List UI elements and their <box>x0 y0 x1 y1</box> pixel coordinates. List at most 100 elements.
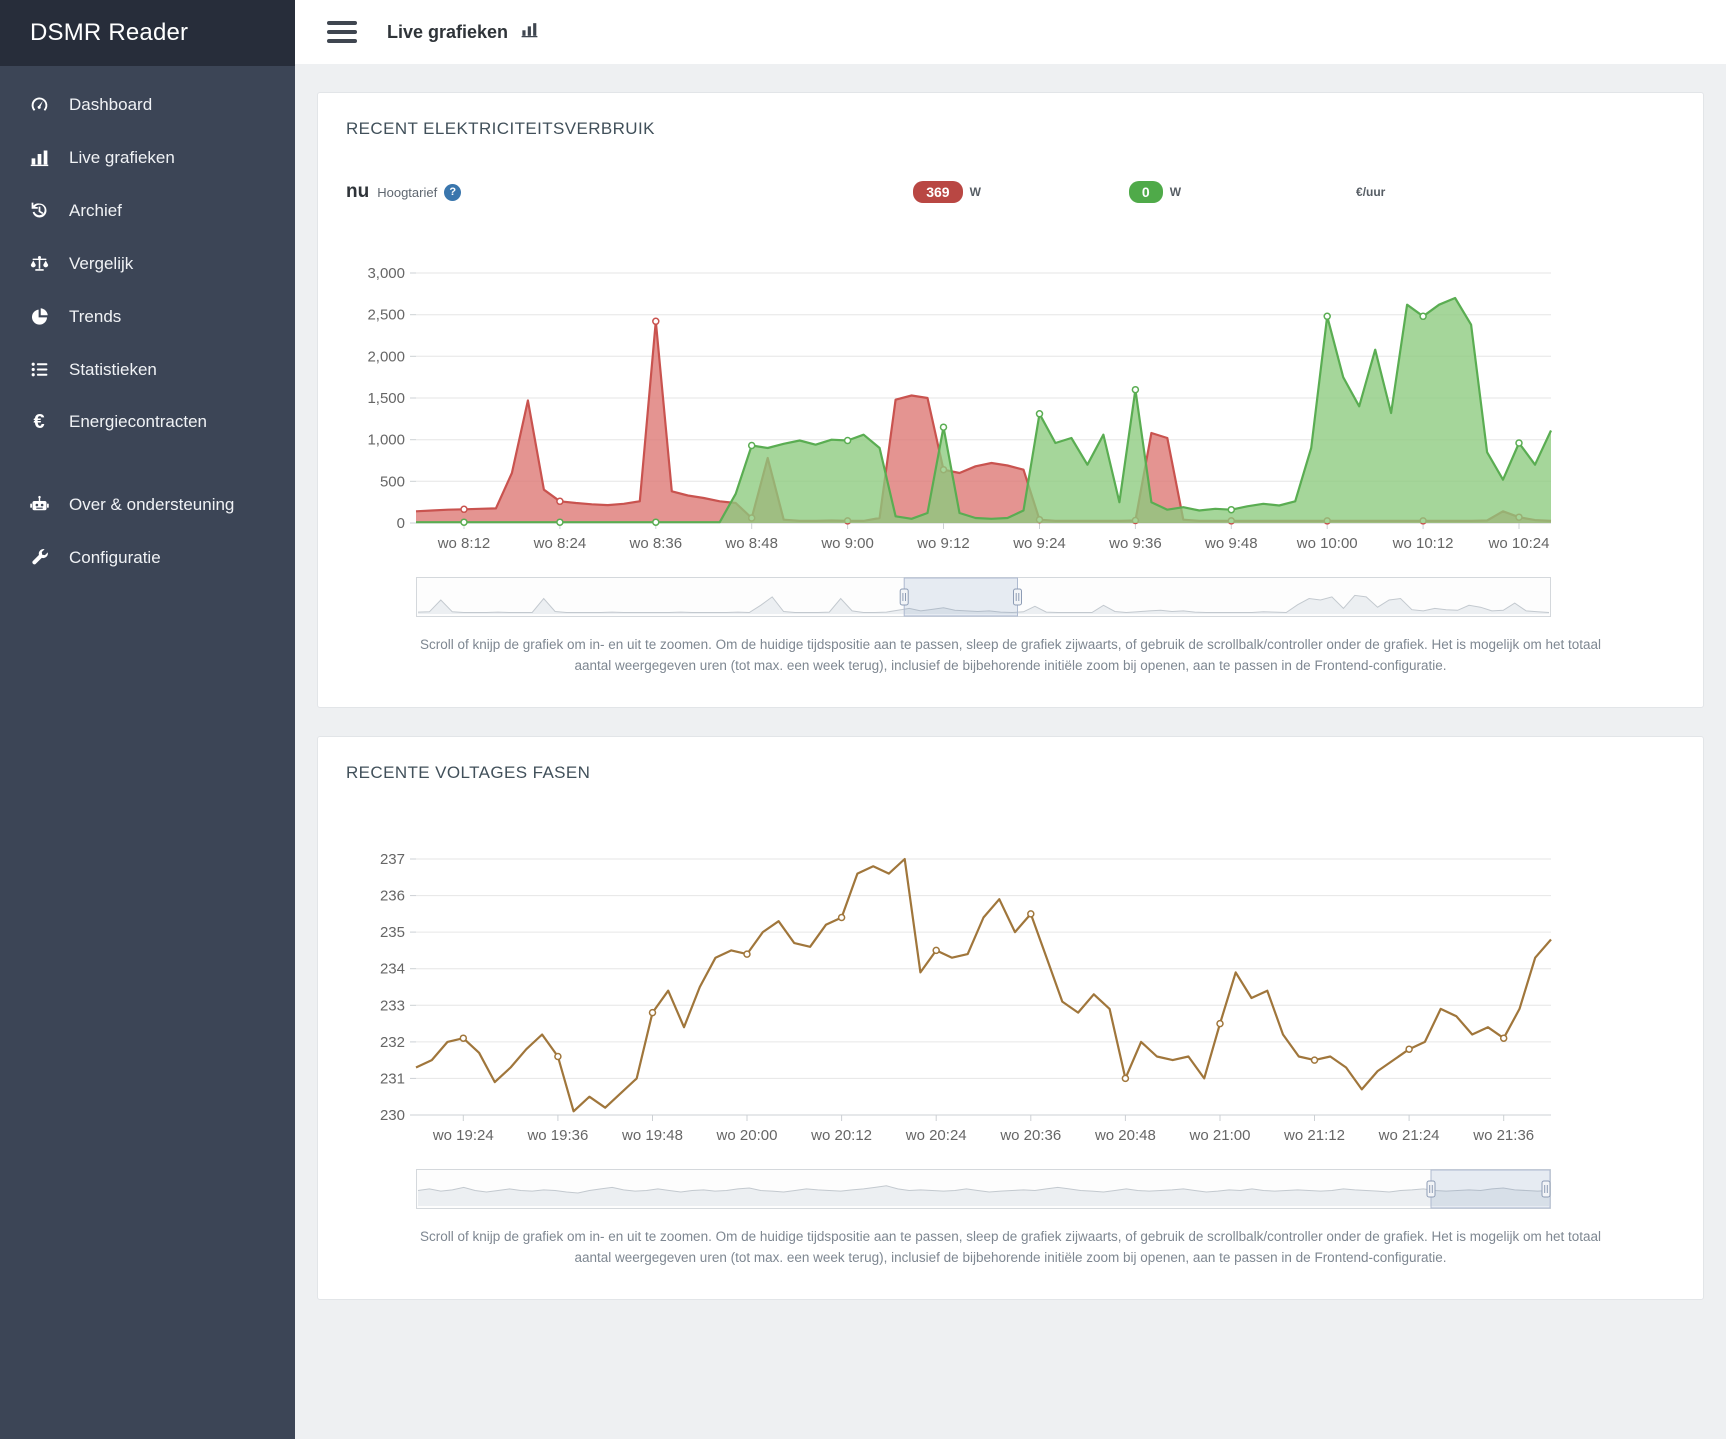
gauge-icon <box>26 94 52 115</box>
bar-chart-icon <box>520 20 539 44</box>
page-title-text: Live grafieken <box>387 22 508 43</box>
help-icon[interactable]: ? <box>444 184 461 201</box>
usage-unit: W <box>970 185 981 199</box>
return-unit: W <box>1170 185 1181 199</box>
tariff-label: Hoogtarief <box>377 185 437 200</box>
sidebar-item-label: Statistieken <box>69 360 157 380</box>
svg-text:1,000: 1,000 <box>367 432 405 449</box>
electricity-chart-area: 0 500 1,000 1,500 2,000 2,500 3,000 wo 8:12 wo 8… <box>346 261 1675 617</box>
voltage-chart[interactable]: 230 231 232 233 234 235 236 237 wo 19:24 wo 19:36… <box>346 847 1561 1149</box>
svg-text:wo 21:24: wo 21:24 <box>1378 1127 1440 1144</box>
svg-text:500: 500 <box>380 473 405 490</box>
return-badge: 0 <box>1129 181 1163 203</box>
svg-text:wo 9:00: wo 9:00 <box>820 535 874 552</box>
sidebar-item-over-ondersteuning[interactable]: Over & ondersteuning <box>0 478 295 531</box>
svg-text:wo 9:12: wo 9:12 <box>916 535 970 552</box>
svg-text:wo 20:12: wo 20:12 <box>810 1127 872 1144</box>
chart-help-caption: Scroll of knijp de grafiek om in- en uit… <box>413 1227 1608 1269</box>
cost-unit-group: €/uur <box>1349 185 1385 199</box>
chart-help-caption: Scroll of knijp de grafiek om in- en uit… <box>413 635 1608 677</box>
card-recent-voltages: RECENTE VOLTAGES FASEN 23023123223323423… <box>317 736 1704 1300</box>
support-icon <box>26 494 52 515</box>
svg-text:wo 20:36: wo 20:36 <box>999 1127 1061 1144</box>
sidebar-item-label: Archief <box>69 201 122 221</box>
svg-text:wo 9:36: wo 9:36 <box>1108 535 1162 552</box>
svg-text:2,500: 2,500 <box>367 307 405 324</box>
return-badge-group: 0 W <box>1129 181 1181 203</box>
svg-text:wo 19:36: wo 19:36 <box>526 1127 588 1144</box>
svg-text:wo 21:36: wo 21:36 <box>1472 1127 1534 1144</box>
sidebar: DSMR Reader Dashboard Live grafieken Arc… <box>0 0 295 1439</box>
sidebar-item-configuratie[interactable]: Configuratie <box>0 531 295 584</box>
svg-text:0: 0 <box>397 515 405 532</box>
sidebar-item-statistieken[interactable]: Statistieken <box>0 343 295 396</box>
card-title: RECENT ELEKTRICITEITSVERBRUIK <box>346 119 1675 139</box>
sidebar-item-label: Over & ondersteuning <box>69 495 234 515</box>
svg-text:wo 20:24: wo 20:24 <box>905 1127 967 1144</box>
menu-toggle-icon[interactable] <box>325 17 359 47</box>
sidebar-item-label: Live grafieken <box>69 148 175 168</box>
svg-text:2,000: 2,000 <box>367 348 405 365</box>
sidebar-item-archief[interactable]: Archief <box>0 184 295 237</box>
svg-text:233: 233 <box>380 997 405 1014</box>
sidebar-item-label: Energiecontracten <box>69 412 207 432</box>
card-recent-electricity: RECENT ELEKTRICITEITSVERBRUIK nu Hoogtar… <box>317 92 1704 708</box>
content: RECENT ELEKTRICITEITSVERBRUIK nu Hoogtar… <box>295 64 1726 1348</box>
svg-text:3,000: 3,000 <box>367 265 405 282</box>
sidebar-item-energiecontracten[interactable]: € Energiecontracten <box>0 396 295 448</box>
app-title: DSMR Reader <box>0 0 295 66</box>
topbar: Live grafieken <box>295 0 1726 64</box>
now-label: nu <box>346 181 369 203</box>
svg-text:wo 10:12: wo 10:12 <box>1392 535 1454 552</box>
card-title: RECENTE VOLTAGES FASEN <box>346 763 1675 783</box>
svg-text:wo 10:24: wo 10:24 <box>1488 535 1550 552</box>
cost-unit: €/uur <box>1356 185 1385 199</box>
svg-text:232: 232 <box>380 1034 405 1051</box>
main-area: Live grafieken RECENT ELEKTRICITEITSVERB… <box>295 0 1726 1439</box>
svg-text:wo 20:48: wo 20:48 <box>1094 1127 1156 1144</box>
sidebar-item-dashboard[interactable]: Dashboard <box>0 78 295 131</box>
svg-text:wo 8:12: wo 8:12 <box>437 535 491 552</box>
scales-icon <box>26 253 52 274</box>
sidebar-item-trends[interactable]: Trends <box>0 290 295 343</box>
wrench-icon <box>26 547 52 568</box>
voltage-chart-navigator[interactable] <box>416 1169 1551 1209</box>
svg-text:wo 9:48: wo 9:48 <box>1204 535 1258 552</box>
svg-text:wo 21:12: wo 21:12 <box>1283 1127 1345 1144</box>
app-root: DSMR Reader Dashboard Live grafieken Arc… <box>0 0 1726 1439</box>
svg-text:wo 8:36: wo 8:36 <box>629 535 683 552</box>
svg-text:237: 237 <box>380 851 405 868</box>
electricity-chart-navigator[interactable] <box>416 577 1551 617</box>
usage-badge-group: 369 W <box>913 181 981 203</box>
page-title: Live grafieken <box>387 20 539 44</box>
bar-chart-icon <box>26 147 52 168</box>
svg-text:wo 8:48: wo 8:48 <box>724 535 778 552</box>
pie-chart-icon <box>26 306 52 327</box>
voltage-chart-area: 230 231 232 233 234 235 236 237 wo 19:24 wo 19:36… <box>346 847 1675 1209</box>
sidebar-item-label: Dashboard <box>69 95 152 115</box>
svg-text:wo 20:00: wo 20:00 <box>716 1127 778 1144</box>
svg-text:230: 230 <box>380 1107 405 1124</box>
sidebar-item-vergelijk[interactable]: Vergelijk <box>0 237 295 290</box>
sidebar-item-live-grafieken[interactable]: Live grafieken <box>0 131 295 184</box>
history-icon <box>26 200 52 221</box>
svg-text:wo 8:24: wo 8:24 <box>533 535 587 552</box>
svg-text:236: 236 <box>380 887 405 904</box>
list-icon <box>26 359 52 380</box>
svg-text:wo 21:00: wo 21:00 <box>1189 1127 1251 1144</box>
svg-text:wo 19:24: wo 19:24 <box>432 1127 494 1144</box>
svg-text:235: 235 <box>380 924 405 941</box>
svg-text:wo 10:00: wo 10:00 <box>1296 535 1358 552</box>
svg-text:234: 234 <box>380 961 405 978</box>
sidebar-item-label: Configuratie <box>69 548 161 568</box>
sidebar-item-label: Trends <box>69 307 121 327</box>
svg-text:231: 231 <box>380 1070 405 1087</box>
svg-text:wo 19:48: wo 19:48 <box>621 1127 683 1144</box>
svg-text:wo 9:24: wo 9:24 <box>1012 535 1066 552</box>
sidebar-nav: Dashboard Live grafieken Archief Vergeli… <box>0 66 295 584</box>
usage-badge: 369 <box>913 181 962 203</box>
live-status-row: nu Hoogtarief ? 369 W 0 W €/uur <box>346 181 1675 203</box>
electricity-chart[interactable]: 0 500 1,000 1,500 2,000 2,500 3,000 wo 8:12 wo 8… <box>346 261 1561 557</box>
sidebar-item-label: Vergelijk <box>69 254 133 274</box>
svg-text:1,500: 1,500 <box>367 390 405 407</box>
